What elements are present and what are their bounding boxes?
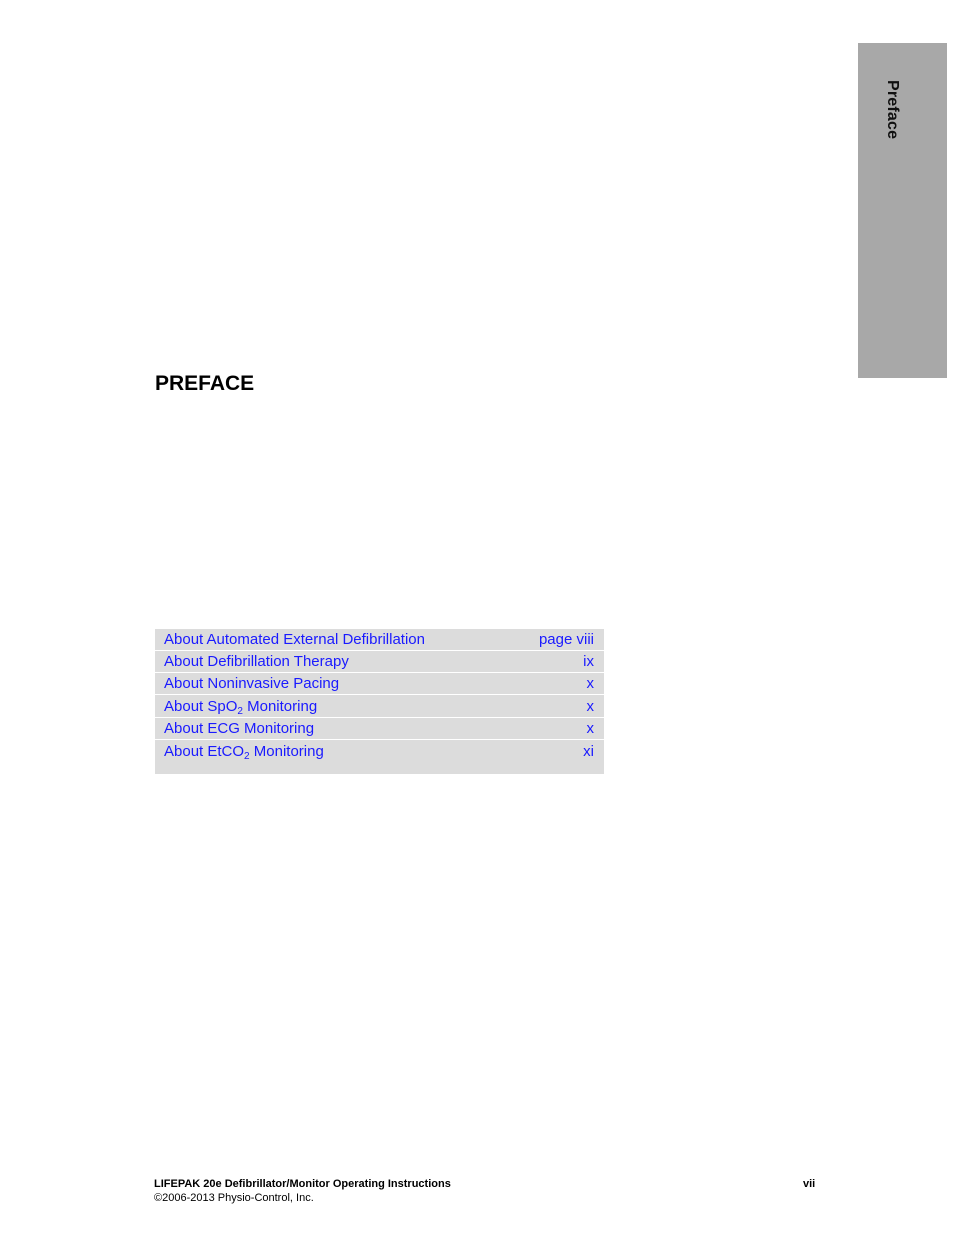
page-title: PREFACE [155, 372, 255, 395]
toc-link-defibrillation-therapy[interactable]: About Defibrillation Therapy ix [155, 651, 604, 673]
toc-item-title-pre: About SpO [164, 697, 238, 715]
section-tab-label: Preface [884, 80, 901, 140]
footer-page-number: vii [803, 1178, 816, 1190]
toc-item-title[interactable]: About Defibrillation Therapy [164, 653, 349, 670]
table-of-contents: About Automated External Defibrillation … [155, 629, 604, 774]
footer-document-title: LIFEPAK 20e Defibrillator/Monitor Operat… [154, 1178, 451, 1190]
toc-item-page[interactable]: x [587, 675, 595, 692]
toc-item-title-post: Monitoring [242, 697, 318, 715]
toc-item-title-post: Monitoring [249, 742, 324, 760]
toc-link-etco2-monitoring[interactable]: About EtCO2 Monitoring xi [155, 740, 604, 762]
toc-link-ecg-monitoring[interactable]: About ECG Monitoring x [155, 718, 604, 740]
toc-item-title[interactable]: About Automated External Defibrillation [164, 631, 425, 648]
toc-item-page[interactable]: x [587, 698, 595, 715]
toc-link-automated-external-defibrillation[interactable]: About Automated External Defibrillation … [155, 629, 604, 651]
footer-copyright: ©2006-2013 Physio-Control, Inc. [154, 1192, 314, 1204]
toc-item-page[interactable]: ix [583, 653, 594, 670]
toc-item-title[interactable]: About SpO2 Monitoring [164, 697, 318, 717]
toc-item-title[interactable]: About Noninvasive Pacing [164, 675, 339, 692]
toc-item-page[interactable]: x [587, 720, 595, 737]
toc-link-spo2-monitoring[interactable]: About SpO2 Monitoring x [155, 695, 604, 718]
toc-item-title[interactable]: About EtCO2 Monitoring [164, 742, 324, 762]
section-tab [858, 43, 947, 378]
toc-link-noninvasive-pacing[interactable]: About Noninvasive Pacing x [155, 673, 604, 695]
toc-item-title[interactable]: About ECG Monitoring [164, 720, 314, 737]
toc-item-page[interactable]: page viii [539, 631, 594, 648]
toc-item-title-pre: About EtCO [164, 742, 245, 760]
toc-item-page[interactable]: xi [583, 743, 594, 760]
